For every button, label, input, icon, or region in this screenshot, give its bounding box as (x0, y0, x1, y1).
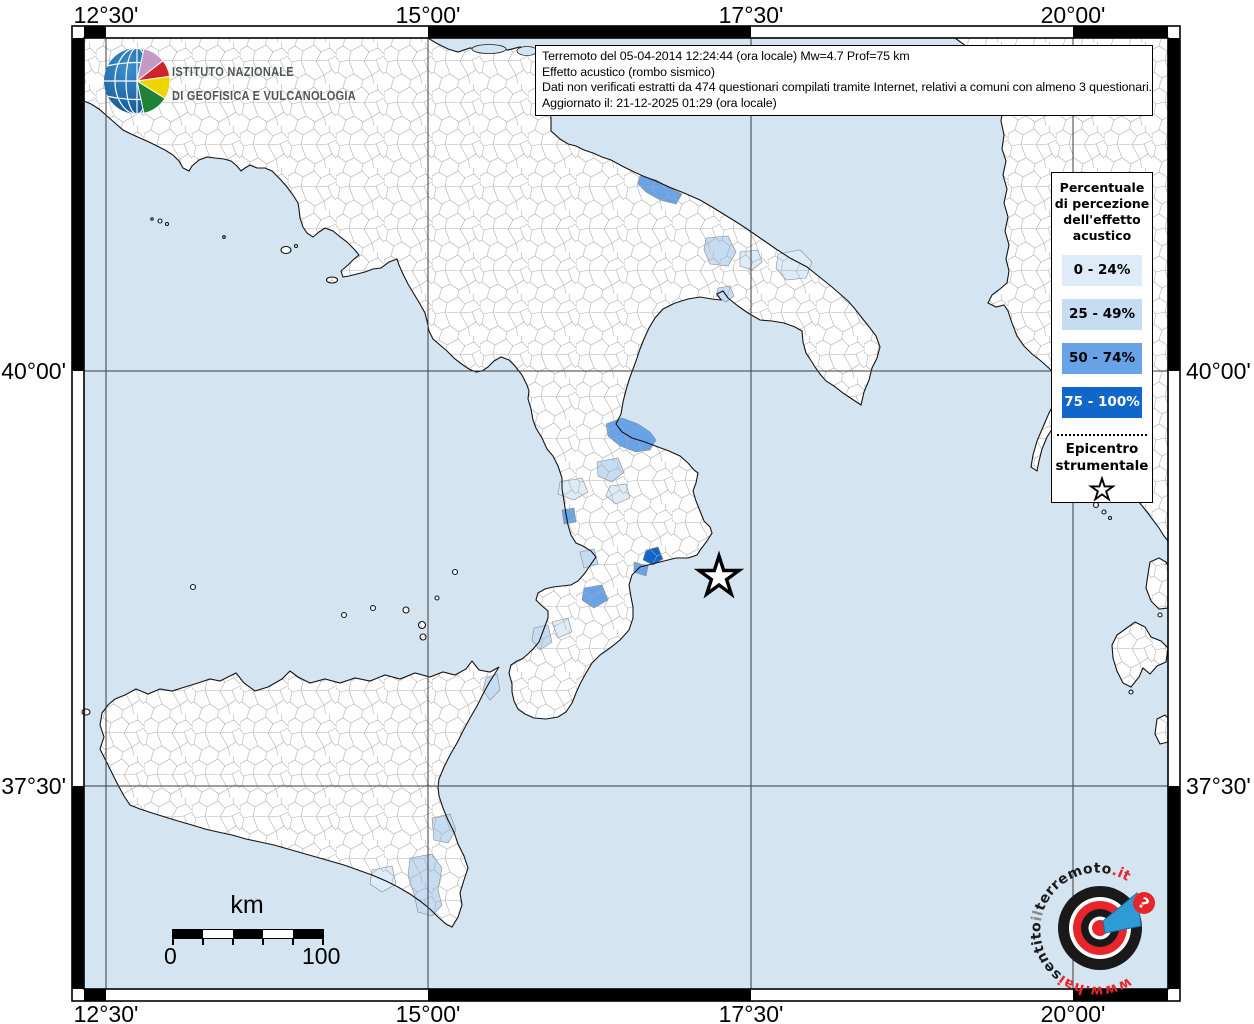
legend-title: Percentuale di percezione dell'effetto a… (1052, 173, 1152, 244)
legend: Percentuale di percezione dell'effetto a… (1051, 172, 1153, 503)
axis-label-bottom-4: 20°00' (1041, 1001, 1106, 1024)
legend-divider (1057, 434, 1147, 436)
legend-swatch-50-74: 50 - 74% (1062, 343, 1142, 374)
watermark-it: .it (1110, 863, 1134, 885)
ingv-logo (101, 46, 173, 116)
axis-label-left-40: 40°00' (0, 358, 66, 385)
axis-label-top-3: 17°30' (719, 2, 784, 29)
axis-label-bottom-2: 15°00' (396, 1001, 461, 1024)
legend-epicenter-line: Epicentro (1052, 441, 1152, 458)
scale-bar-unit: km (152, 891, 342, 920)
scale-tick (292, 938, 294, 945)
scale-segment (263, 930, 293, 938)
scale-segment (233, 930, 263, 938)
scale-segment (203, 930, 233, 938)
scale-tick (262, 938, 264, 945)
event-updated-at: Aggiornato il: 21-12-2025 01:29 (ora loc… (542, 96, 1146, 112)
legend-swatch-0-24: 0 - 24% (1062, 255, 1142, 286)
ingv-name-line1: ISTITUTO NAZIONALE (172, 65, 294, 79)
haisentitoilterremoto-logo: ? www.haisentitoilterremoto.it (1020, 850, 1180, 1000)
axis-label-top-4: 20°00' (1041, 2, 1106, 29)
scale-segment (173, 930, 203, 938)
question-mark-badge: ? (1133, 892, 1155, 914)
axis-label-top-2: 15°00' (396, 2, 461, 29)
legend-swatch-75-100: 75 - 100% (1062, 387, 1142, 418)
event-info-box: Terremoto del 05-04-2014 12:24:44 (ora l… (535, 45, 1153, 116)
axis-label-bottom-3: 17°30' (719, 1001, 784, 1024)
scale-bar: km 0 100 (152, 891, 342, 939)
scale-bar-bar (172, 929, 324, 939)
ingv-name-line2: DI GEOFISICA E VULCANOLOGIA (172, 89, 356, 103)
axis-label-right-37: 37°30' (1186, 773, 1251, 800)
legend-epicenter-label: Epicentro strumentale (1052, 441, 1152, 475)
axis-label-top-1: 12°30' (74, 2, 139, 29)
axis-label-left-37: 37°30' (0, 773, 66, 800)
axis-label-bottom-1: 12°30' (74, 1001, 139, 1024)
legend-star-icon (1087, 476, 1117, 503)
legend-title-line: dell'effetto (1052, 212, 1152, 228)
map-page: 12°30' 15°00' 17°30' 20°00' 12°30' 15°00… (0, 0, 1254, 1024)
scale-min-label: 0 (164, 943, 177, 970)
axis-label-right-40: 40°00' (1186, 358, 1251, 385)
event-data-note: Dati non verificati estratti da 474 ques… (542, 80, 1146, 96)
globe-sectors (137, 49, 170, 114)
scale-tick (202, 938, 204, 945)
legend-title-line: Percentuale (1052, 180, 1152, 196)
scale-tick (232, 938, 234, 945)
scale-segment (293, 930, 323, 938)
lagoon-varano (517, 47, 537, 56)
event-effect: Effetto acustico (rombo sismico) (542, 65, 1146, 81)
legend-swatch-25-49: 25 - 49% (1062, 299, 1142, 330)
legend-epicenter-line: strumentale (1052, 458, 1152, 475)
bullseye-icon (1058, 886, 1142, 970)
event-title: Terremoto del 05-04-2014 12:24:44 (ora l… (542, 49, 1146, 65)
watermark-www: www.hai (1055, 971, 1134, 999)
legend-title-line: acustico (1052, 228, 1152, 244)
lagoon-lesina (472, 45, 506, 54)
legend-title-line: di percezione (1052, 196, 1152, 212)
scale-max-label: 100 (302, 943, 340, 970)
